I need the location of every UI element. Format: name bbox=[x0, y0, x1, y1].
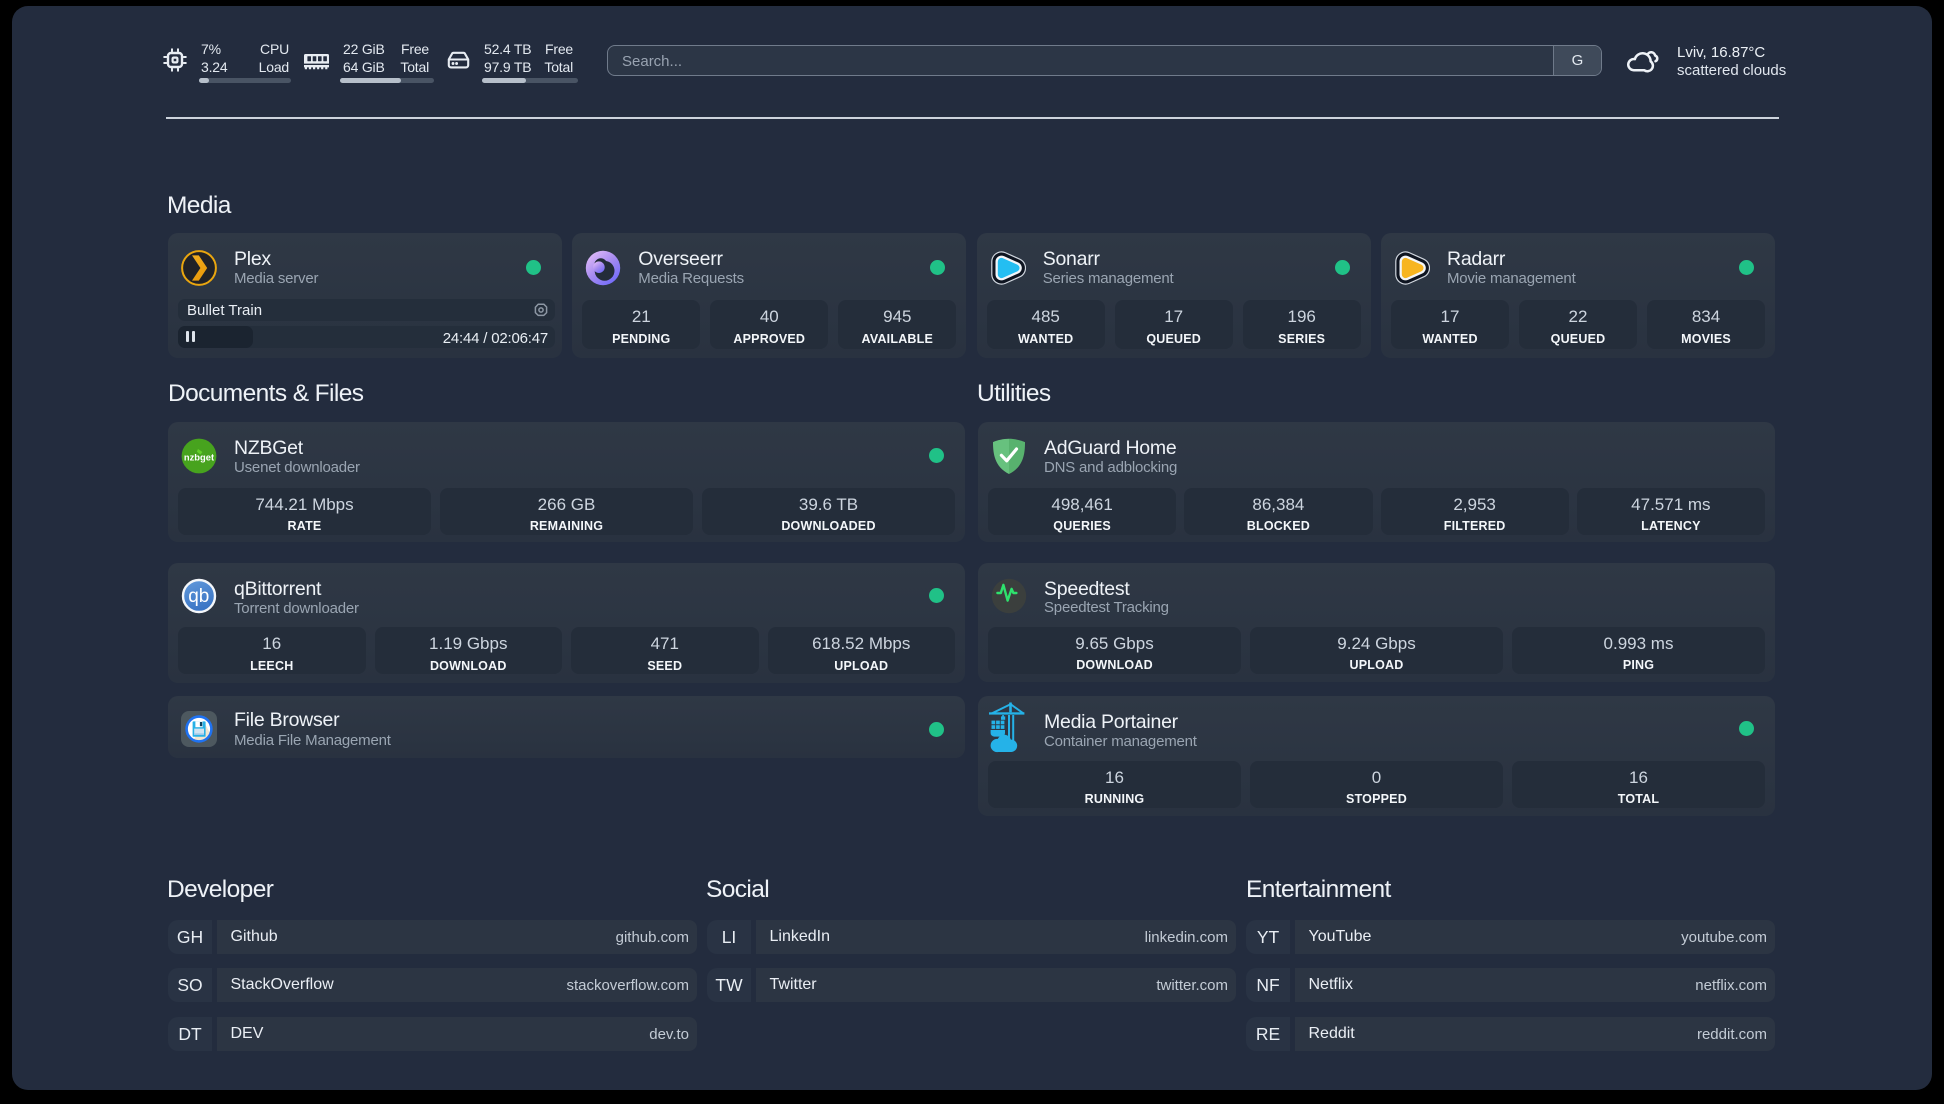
svg-text:nzbget: nzbget bbox=[184, 451, 214, 462]
svg-text:qb: qb bbox=[188, 586, 209, 607]
